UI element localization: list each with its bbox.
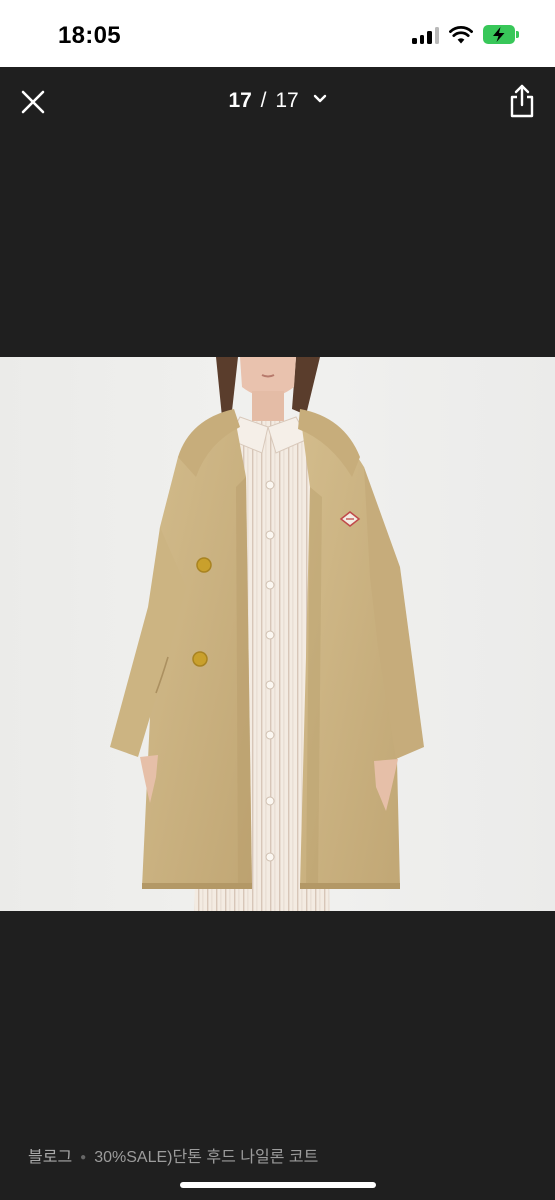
share-icon [510, 84, 534, 118]
home-indicator [180, 1182, 376, 1188]
share-button[interactable] [507, 83, 537, 119]
viewer-header: 17 / 17 [0, 67, 555, 139]
page-indicator[interactable]: 17 / 17 [0, 89, 555, 113]
signal-icon [412, 26, 439, 44]
caption-title: 30%SALE)단톤 후드 나일론 코트 [94, 1149, 319, 1166]
current-page: 17 [228, 89, 252, 112]
caption-source[interactable]: 블로그 [28, 1149, 72, 1166]
chevron-down-icon [313, 95, 326, 103]
page-separator: / [260, 89, 267, 112]
product-photo [0, 357, 555, 911]
total-pages: 17 [275, 89, 299, 112]
image-caption: 블로그 ● 30%SALE)단톤 후드 나일론 코트 [28, 1143, 318, 1167]
battery-charging-icon [483, 25, 519, 44]
status-bar: 18:05 [0, 0, 555, 67]
wifi-icon [449, 25, 473, 43]
status-time: 18:05 [58, 22, 121, 49]
status-icons [412, 25, 519, 44]
caption-separator-dot: ● [80, 1152, 87, 1164]
